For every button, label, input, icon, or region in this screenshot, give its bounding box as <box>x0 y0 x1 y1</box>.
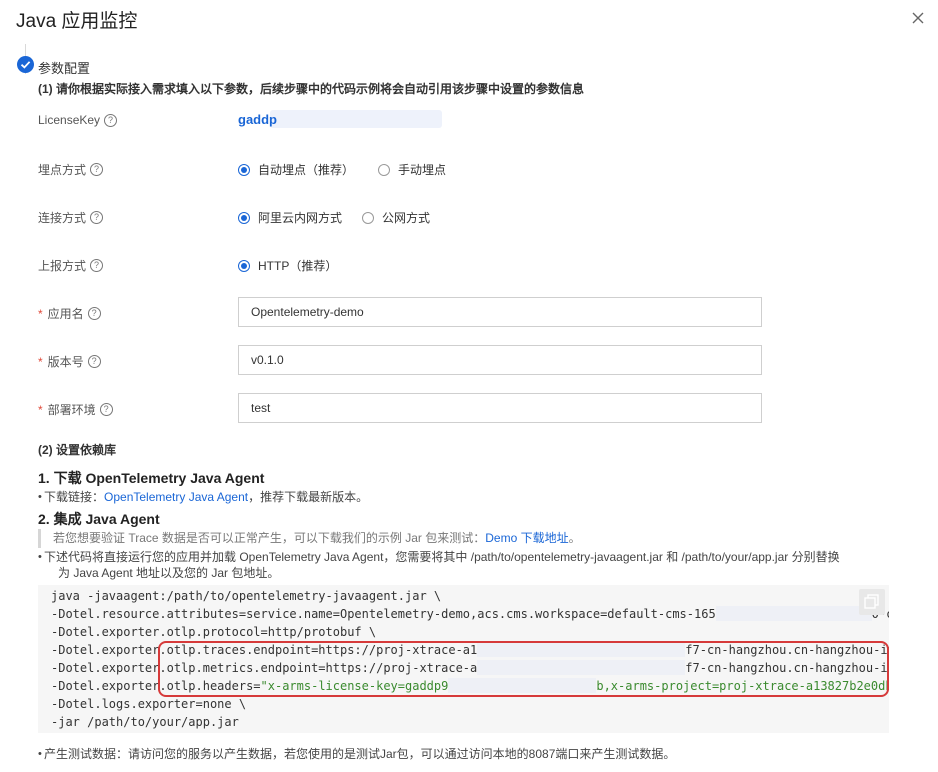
app-name-label: * 应用名 ? <box>38 305 101 322</box>
integrate-description: 下述代码将直接运行您的应用并加载 OpenTelemetry Java Agen… <box>38 549 840 581</box>
step-intro: (1) 请你根据实际接入需求填入以下参数，后续步骤中的代码示例将会自动引用该步骤… <box>38 82 585 96</box>
close-icon[interactable] <box>908 8 928 28</box>
app-name-input[interactable] <box>238 297 762 327</box>
help-icon[interactable]: ? <box>87 307 101 320</box>
radio-vpc-connection[interactable]: 阿里云内网方式 <box>238 209 342 226</box>
integrate-heading: 2. 集成 Java Agent <box>38 511 160 527</box>
download-bullet: 下载链接：OpenTelemetry Java Agent，推荐下载最新版本。 <box>38 489 368 505</box>
help-icon[interactable]: ? <box>90 211 104 224</box>
report-label: 上报方式 ? <box>38 257 104 274</box>
help-icon[interactable]: ? <box>90 259 104 272</box>
environment-input[interactable] <box>238 393 762 423</box>
radio-circle[interactable] <box>238 259 250 272</box>
radio-circle[interactable] <box>238 163 250 176</box>
step-title: 参数配置 <box>38 61 91 76</box>
agent-download-link[interactable]: OpenTelemetry Java Agent <box>104 490 248 504</box>
help-icon[interactable]: ? <box>90 163 104 176</box>
report-radio-group: HTTP（推荐） <box>238 257 337 274</box>
help-icon[interactable]: ? <box>104 113 118 127</box>
connection-label: 连接方式 ? <box>38 209 104 226</box>
demo-download-link[interactable]: Demo 下载地址 <box>485 531 568 545</box>
dialog-header: Java 应用监控 <box>0 0 938 40</box>
help-icon[interactable]: ? <box>99 403 113 416</box>
demo-note: 若您想要验证 Trace 数据是否可以正常产生，可以下载我们的示例 Jar 包来… <box>38 529 581 548</box>
instrumentation-label: 埋点方式 ? <box>38 161 104 178</box>
version-label: * 版本号 ? <box>38 353 101 370</box>
environment-label: * 部署环境 ? <box>38 401 113 418</box>
section-dependencies-title: (2) 设置依赖库 <box>38 443 117 457</box>
help-icon[interactable]: ? <box>87 355 101 368</box>
radio-circle[interactable] <box>362 211 375 224</box>
version-input[interactable] <box>238 345 762 375</box>
radio-public-connection[interactable]: 公网方式 <box>362 209 430 226</box>
test-data-note: 产生测试数据：请访问您的服务以产生数据，若您使用的是测试Jar包，可以通过访问本… <box>38 746 675 762</box>
copy-icon[interactable] <box>859 589 885 615</box>
check-circle-icon <box>17 56 34 73</box>
radio-circle[interactable] <box>378 163 391 176</box>
download-heading: 1. 下载 OpenTelemetry Java Agent <box>38 470 265 486</box>
code-block[interactable]: java -javaagent:/path/to/opentelemetry-j… <box>38 585 889 733</box>
license-key-value: gaddp <box>238 112 277 127</box>
radio-manual-instrumentation[interactable]: 手动埋点 <box>378 161 446 178</box>
instrumentation-radio-group: 自动埋点（推荐） 手动埋点 <box>238 161 446 178</box>
dialog-title: Java 应用监控 <box>16 11 138 32</box>
connection-radio-group: 阿里云内网方式 公网方式 <box>238 209 430 226</box>
radio-auto-instrumentation[interactable]: 自动埋点（推荐） <box>238 161 354 178</box>
license-key-mask <box>270 110 442 128</box>
license-key-label: LicenseKey ? <box>38 113 118 127</box>
radio-circle[interactable] <box>238 211 250 224</box>
radio-http-report[interactable]: HTTP（推荐） <box>238 257 337 274</box>
